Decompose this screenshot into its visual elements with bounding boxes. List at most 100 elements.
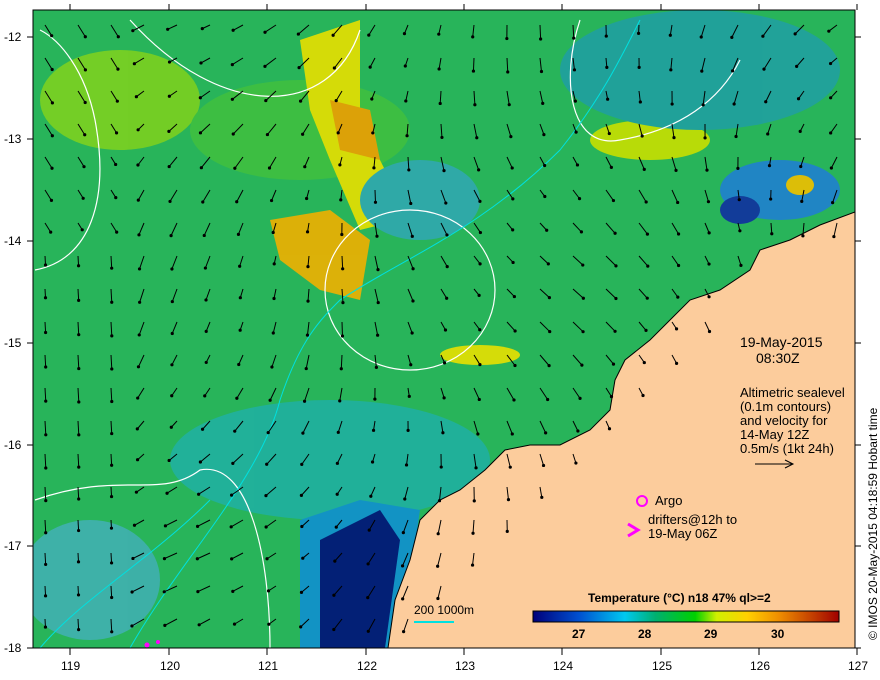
velocity-arrow-head bbox=[638, 100, 642, 104]
velocity-arrow-head bbox=[110, 630, 114, 634]
velocity-arrow-head bbox=[410, 234, 414, 238]
velocity-arrow-head bbox=[138, 300, 142, 304]
velocity-arrow-head bbox=[373, 397, 377, 401]
velocity-arrow-head bbox=[169, 425, 173, 429]
velocity-arrow-head bbox=[305, 333, 310, 337]
velocity-arrow-head bbox=[676, 232, 681, 236]
velocity-arrow-head bbox=[669, 68, 673, 72]
velocity-arrow-head bbox=[203, 394, 207, 398]
velocity-arrow-head bbox=[366, 596, 370, 600]
velocity-arrow-head bbox=[478, 328, 482, 332]
altimetry-line: 14-May 12Z bbox=[740, 427, 810, 442]
velocity-arrow-head bbox=[334, 525, 338, 529]
velocity-arrow-head bbox=[166, 27, 170, 31]
velocity-arrow-head bbox=[440, 135, 444, 140]
velocity-arrow-head bbox=[340, 334, 345, 338]
velocity-arrow-head bbox=[707, 295, 711, 299]
velocity-arrow-head bbox=[110, 367, 114, 371]
velocity-arrow-head bbox=[110, 431, 114, 436]
velocity-arrow-head bbox=[795, 64, 799, 68]
depth-legend-label: 200 1000m bbox=[414, 603, 475, 617]
velocity-arrow-head bbox=[267, 166, 272, 170]
velocity-arrow-head bbox=[335, 461, 339, 465]
velocity-arrow-head bbox=[77, 497, 81, 501]
velocity-arrow-head bbox=[109, 494, 114, 499]
velocity-arrow-head bbox=[44, 466, 48, 470]
velocity-arrow-head bbox=[233, 429, 237, 433]
velocity-arrow-head bbox=[409, 363, 413, 367]
velocity-arrow-head bbox=[77, 465, 81, 469]
velocity-arrow-head bbox=[136, 198, 140, 202]
velocity-arrow bbox=[341, 255, 344, 269]
velocity-arrow-head bbox=[540, 495, 544, 499]
velocity-arrow-head bbox=[77, 400, 81, 404]
drifters-line: drifters@12h to bbox=[648, 512, 738, 527]
velocity-arrow-head bbox=[301, 132, 305, 136]
velocity-arrow-head bbox=[436, 596, 440, 601]
velocity-arrow-head bbox=[541, 101, 545, 105]
velocity-arrow-head bbox=[402, 32, 407, 36]
velocity-arrow-head bbox=[134, 95, 138, 99]
lon-tick-label: 127 bbox=[848, 659, 869, 673]
velocity-arrow-head bbox=[544, 431, 548, 435]
velocity-arrow-head bbox=[439, 465, 443, 469]
colorbar bbox=[532, 610, 840, 623]
velocity-arrow-head bbox=[304, 366, 308, 371]
velocity-arrow-head bbox=[338, 399, 342, 403]
velocity-arrow-head bbox=[170, 267, 174, 271]
velocity-arrow-head bbox=[645, 232, 650, 236]
velocity-arrow-head bbox=[734, 134, 738, 139]
velocity-arrow-head bbox=[44, 562, 48, 567]
velocity-arrow-head bbox=[264, 98, 268, 103]
velocity-arrow-head bbox=[167, 164, 171, 169]
velocity-arrow-head bbox=[170, 394, 174, 398]
velocity-arrow-head bbox=[333, 559, 337, 563]
velocity-arrow-head bbox=[200, 27, 204, 31]
velocity-arrow-head bbox=[136, 128, 140, 132]
velocity-arrow-head bbox=[306, 265, 310, 269]
velocity-arrow-head bbox=[438, 101, 442, 106]
velocity-arrow-head bbox=[832, 234, 836, 239]
velocity-arrow-head bbox=[578, 396, 582, 400]
velocity-arrow-head bbox=[298, 99, 303, 103]
velocity-arrow-head bbox=[43, 263, 48, 267]
velocity-arrow-head bbox=[170, 331, 174, 336]
velocity-arrow bbox=[539, 24, 542, 39]
velocity-arrow-head bbox=[547, 364, 551, 368]
velocity-arrow-head bbox=[77, 433, 81, 437]
velocity-arrow-head bbox=[796, 97, 801, 101]
velocity-arrow-head bbox=[197, 492, 201, 496]
velocity-arrow-head bbox=[407, 394, 411, 398]
velocity-arrow-head bbox=[676, 295, 680, 299]
velocity-arrow-head bbox=[132, 523, 137, 527]
velocity-arrow-head bbox=[572, 68, 577, 72]
velocity-arrow-head bbox=[168, 199, 172, 204]
velocity-arrow-head bbox=[505, 529, 509, 533]
velocity-arrow-head bbox=[167, 458, 171, 463]
velocity-arrow-head bbox=[546, 262, 550, 266]
velocity-arrow-head bbox=[334, 99, 338, 103]
velocity-arrow-head bbox=[268, 398, 272, 402]
velocity-arrow-head bbox=[366, 629, 370, 633]
velocity-arrow-head bbox=[339, 367, 343, 371]
velocity-arrow-head bbox=[478, 362, 482, 367]
velocity-arrow-head bbox=[441, 431, 445, 435]
velocity-arrow-head bbox=[642, 167, 646, 171]
velocity-arrow-head bbox=[336, 430, 340, 434]
velocity-arrow-head bbox=[471, 35, 475, 39]
velocity-arrow-head bbox=[769, 197, 773, 201]
velocity-arrow-head bbox=[134, 490, 138, 494]
map-date: 19-May-2015 bbox=[740, 334, 823, 350]
velocity-arrow-head bbox=[165, 491, 169, 495]
velocity-arrow-head bbox=[302, 399, 307, 403]
velocity-arrow-head bbox=[198, 96, 202, 100]
velocity-arrow-head bbox=[539, 37, 543, 41]
colorbar-tick: 29 bbox=[704, 627, 718, 641]
velocity-arrow-head bbox=[574, 130, 578, 134]
velocity-arrow-head bbox=[267, 622, 271, 626]
lat-tick-label: -16 bbox=[4, 438, 22, 452]
velocity-arrow-head bbox=[77, 298, 81, 302]
velocity-arrow-head bbox=[511, 228, 515, 232]
velocity-arrow-head bbox=[573, 99, 577, 103]
velocity-arrow-head bbox=[43, 296, 48, 300]
